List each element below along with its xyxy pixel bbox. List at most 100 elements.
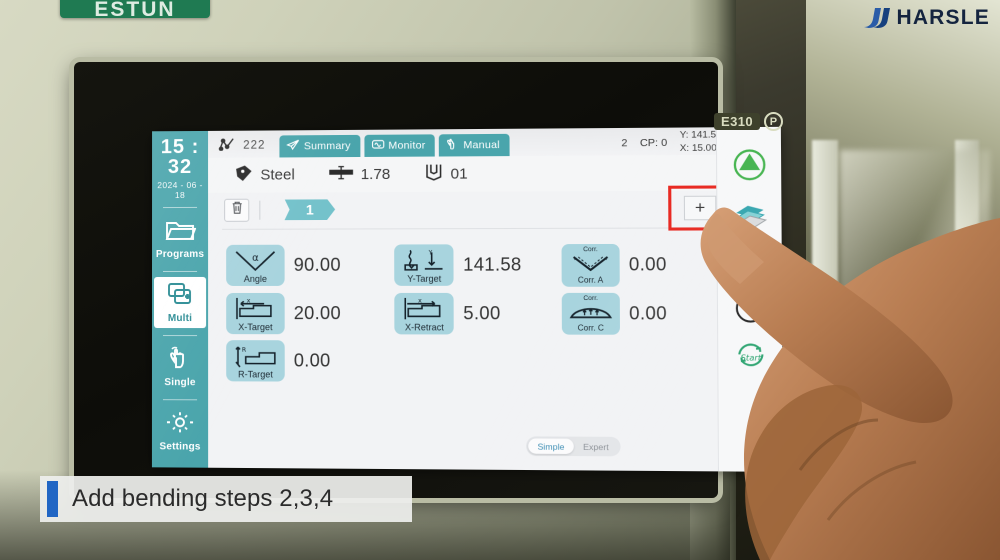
right-action-rail: Start [715,126,784,472]
multi-copy-plus-icon [154,281,206,312]
rail-divider [163,206,198,209]
param-corr-a-label: Corr. A [577,275,604,285]
bend-profile-icon [218,137,235,154]
caption-text: Add bending steps 2,3,4 [72,485,334,512]
angle-alpha-icon: α [232,248,278,274]
program-indicator[interactable]: 222 [216,136,276,157]
toolbar-divider [259,200,261,220]
lightbulb-icon[interactable] [733,244,767,282]
sidebar-item-programs-label: Programs [155,248,205,261]
param-r-target-label: R-Target [238,369,273,380]
caption-bar: Add bending steps 2,3,4 [40,476,412,522]
param-x-retract-value: 5.00 [463,302,501,323]
sheets-stack-icon[interactable] [731,198,767,234]
thickness-item[interactable]: 1.78 [329,165,390,184]
waveform-icon [371,139,384,153]
param-x-target[interactable]: x X-Target 20.00 [226,292,395,334]
material-item[interactable]: Steel [234,163,295,186]
param-corr-c-value: 0.00 [629,302,667,324]
param-angle-value: 90.00 [293,254,341,275]
material-label: Steel [260,166,295,184]
mode-toggle-simple[interactable]: Simple [528,438,574,455]
material-icon [234,164,253,187]
param-corr-c-button[interactable]: Corr. Corr. C [561,292,620,335]
param-corr-a[interactable]: Corr. Corr. A 0.00 [561,243,712,287]
machine-brand-label-text: ESTUN [94,0,176,18]
svg-text:Y: Y [428,250,433,256]
param-x-retract[interactable]: x X-Retract 5.00 [394,292,562,334]
param-y-target-button[interactable]: Y Y-Target [394,244,454,286]
thickness-icon [329,165,353,184]
material-info-row: Steel 1.78 01 [208,154,782,193]
mode-toggle-expert[interactable]: Expert [574,439,618,455]
die-label: 01 [450,165,468,183]
tab-summary[interactable]: Summary [279,134,360,158]
sidebar-item-programs[interactable]: Programs [154,213,206,264]
param-angle-button[interactable]: α Angle [226,244,285,286]
gear-icon [154,409,206,440]
window-frame-left [812,140,838,440]
sidebar-item-settings[interactable]: Settings [154,405,206,457]
arrow-up-circle-icon[interactable] [733,292,767,330]
param-angle-label: Angle [243,273,267,284]
param-x-target-value: 20.00 [293,302,341,323]
main-panel: 222 Summary Monitor Manual 2 CP: 0 Y: 14… [208,126,784,472]
tab-monitor[interactable]: Monitor [363,134,435,157]
param-r-target[interactable]: R R-Target 0.00 [226,340,400,382]
param-x-target-button[interactable]: x X-Target [226,292,285,334]
folder-icon [154,217,206,248]
param-x-retract-button[interactable]: x X-Retract [394,292,455,334]
power-p-icon: P [763,112,783,131]
corr-a-icon [568,253,614,275]
param-row-2: x X-Target 20.00 x X-Retract 5.00 Corr. … [226,292,713,335]
param-corr-c-label: Corr. C [577,323,604,333]
param-r-target-button[interactable]: R R-Target [226,340,285,382]
param-row-1: α Angle 90.00 Y Y-Target 141.58 Corr. Co… [226,243,712,287]
hand-touch-icon [154,345,206,376]
thickness-label: 1.78 [360,165,391,184]
hand-icon [446,138,459,152]
param-row-3: R R-Target 0.00 [226,340,713,383]
harsle-jj-logo-icon [864,8,891,28]
step-toolbar: 1 + [208,185,781,231]
hmi-screen: 15 : 32 2024 - 06 - 18 Programs Multi Si… [151,126,784,472]
param-corr-a-button[interactable]: Corr. Corr. A [561,243,620,287]
svg-text:x: x [247,298,251,305]
param-angle[interactable]: α Angle 90.00 [226,244,395,286]
machine-brand-label: ESTUN [60,0,210,18]
left-nav-rail: 15 : 32 2024 - 06 - 18 Programs Multi Si… [151,130,209,468]
tab-monitor-label: Monitor [388,139,426,152]
sidebar-item-multi-label: Multi [167,313,193,325]
controller-model-badge: E310 P [714,112,783,131]
harsle-logo: HARSLE [860,5,990,31]
program-number: 222 [243,139,266,152]
svg-text:α: α [252,253,259,264]
home-triangle-icon[interactable] [731,147,767,187]
svg-text:x: x [418,298,422,305]
param-r-target-value: 0.00 [293,350,331,371]
mode-toggle[interactable]: Simple Expert [526,436,621,457]
param-corr-c[interactable]: Corr. Corr. C 0.00 [561,292,713,335]
rail-divider-4 [162,399,198,401]
x-target-icon: x [232,295,278,321]
param-y-target[interactable]: Y Y-Target 141.58 [394,244,562,286]
readout-cp: CP: 0 [639,136,668,150]
param-y-target-label: Y-Target [407,273,442,284]
r-target-icon: R [232,343,278,369]
start-label: Start [740,353,761,362]
start-refresh-icon[interactable]: Start [731,340,769,380]
sidebar-item-multi[interactable]: Multi [153,276,207,329]
caption-accent-bar [47,481,58,517]
svg-text:R: R [242,346,247,353]
rail-divider-2 [163,270,198,272]
delete-step-button[interactable] [224,198,250,222]
sidebar-item-single[interactable]: Single [154,341,206,392]
add-step-button[interactable]: + [683,195,717,221]
die-item[interactable]: 01 [425,163,468,184]
parameter-grid: α Angle 90.00 Y Y-Target 141.58 Corr. Co… [208,238,713,390]
param-x-target-label: X-Target [238,321,273,332]
tab-manual[interactable]: Manual [438,133,510,157]
clock: 15 : 32 2024 - 06 - 18 [152,136,208,200]
step-chip-1[interactable]: 1 [285,199,336,220]
param-x-retract-label: X-Retract [404,321,444,332]
